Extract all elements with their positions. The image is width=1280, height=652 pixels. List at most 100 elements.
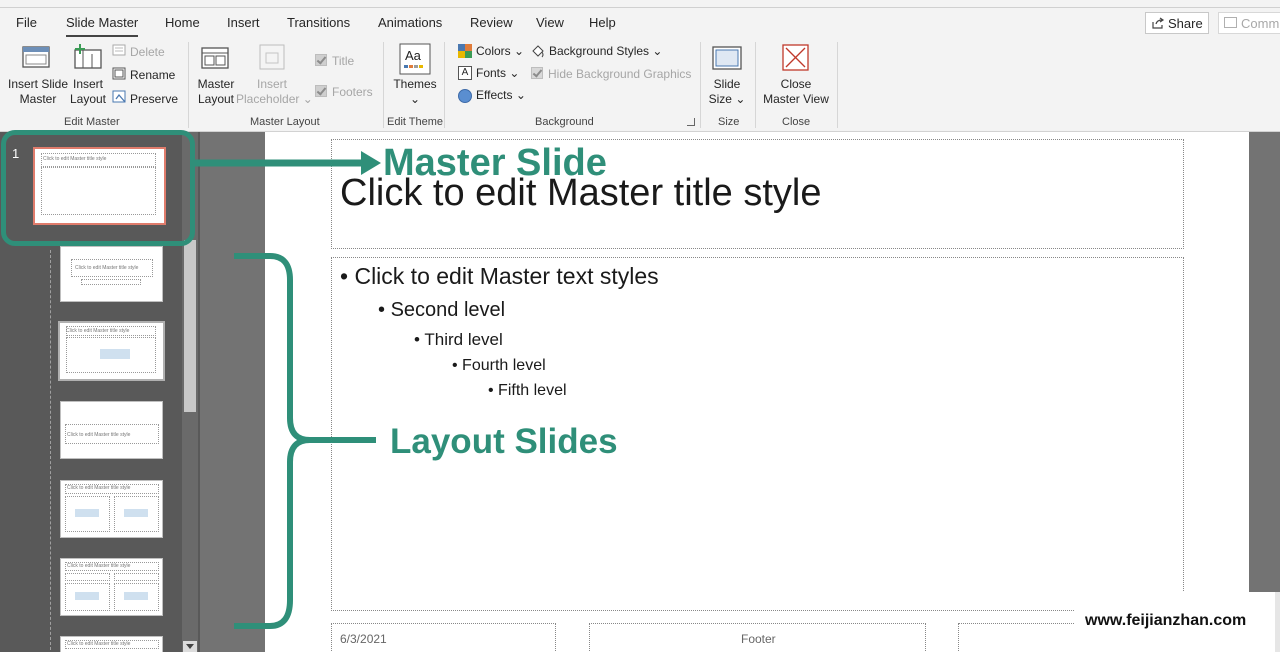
- slide-size-icon: [712, 46, 742, 70]
- chevron-down-icon: ⌄: [509, 66, 520, 80]
- master-layout-button[interactable]: Master Layout: [192, 77, 240, 107]
- layout-thumbnail[interactable]: Click to edit Master title style: [60, 246, 163, 302]
- share-label: Share: [1168, 16, 1203, 31]
- comments-label: Comm: [1241, 16, 1280, 31]
- rename-icon: [112, 67, 126, 80]
- thumb-left-heading: [65, 573, 110, 581]
- insert-layout-line2: Layout: [69, 92, 107, 106]
- background-styles-button[interactable]: Background Styles ⌄: [549, 44, 662, 58]
- master-slide-arrow: [195, 151, 381, 175]
- tab-file[interactable]: File: [16, 15, 37, 30]
- layout-thumbnail[interactable]: Click to edit Master title style: [60, 636, 163, 652]
- group-label-size: Size: [718, 116, 740, 128]
- thumb-title-text: Click to edit Master title style: [67, 485, 131, 491]
- insert-placeholder-button[interactable]: Insert Placeholder ⌄: [236, 77, 313, 107]
- ribbon-separator: [444, 42, 445, 128]
- tab-home[interactable]: Home: [165, 15, 200, 30]
- hide-background-graphics-label: Hide Background Graphics: [548, 67, 692, 81]
- master-slide-annotation: Master Slide: [383, 142, 607, 184]
- dialog-launcher-icon[interactable]: [687, 118, 695, 126]
- tab-animations[interactable]: Animations: [378, 15, 442, 30]
- insert-slide-master-button[interactable]: Insert Slide Master: [8, 77, 68, 107]
- thumb-content-icons: [124, 509, 148, 517]
- footer-date: 6/3/2021: [340, 632, 387, 646]
- effects-button[interactable]: Effects ⌄: [476, 88, 526, 102]
- footers-checkbox-label: Footers: [332, 85, 373, 99]
- thumb-content-icons: [100, 349, 130, 359]
- insert-slide-master-line1: Insert Slide: [8, 77, 69, 91]
- editor-right-margin: [1249, 132, 1280, 592]
- comment-icon: [1224, 17, 1237, 28]
- effects-icon: [458, 89, 472, 103]
- share-icon: [1152, 17, 1165, 29]
- ribbon-separator: [837, 42, 838, 128]
- preserve-icon: [112, 90, 126, 103]
- chevron-down-icon: ⌄: [735, 92, 746, 106]
- tab-help[interactable]: Help: [589, 15, 616, 30]
- scroll-down-arrow-icon[interactable]: [183, 641, 197, 652]
- preserve-button[interactable]: Preserve: [130, 92, 178, 106]
- insert-placeholder-icon: [259, 44, 285, 70]
- slide-size-line1: Slide: [713, 77, 741, 91]
- bullet-level-1: • Click to edit Master text styles: [340, 263, 659, 289]
- watermark: www.feijianzhan.com: [1075, 592, 1275, 652]
- layout-thumbnail[interactable]: Click to edit Master title style: [58, 321, 165, 381]
- bullet-level-2: • Second level: [378, 299, 506, 321]
- background-styles-icon: [532, 45, 544, 58]
- tab-view[interactable]: View: [536, 15, 564, 30]
- delete-icon: [112, 44, 126, 56]
- layout-thumbnail[interactable]: Click to edit Master title style: [60, 558, 163, 616]
- thumb-title-text: Click to edit Master title style: [67, 563, 131, 569]
- menu-tab-bar: File Slide Master Home Insert Transition…: [0, 8, 1280, 38]
- thumb-title-text: Click to edit Master title style: [67, 641, 131, 647]
- rename-button[interactable]: Rename: [130, 68, 175, 82]
- insert-layout-button[interactable]: Insert Layout: [68, 77, 108, 107]
- top-strip: [0, 0, 1280, 8]
- bullet-level-5: • Fifth level: [488, 382, 567, 399]
- colors-icon: [458, 44, 472, 58]
- fonts-button[interactable]: Fonts ⌄: [476, 66, 519, 80]
- chevron-down-icon: ⌄: [302, 92, 313, 106]
- thumb-title-text: Click to edit Master title style: [75, 265, 139, 271]
- group-label-close: Close: [782, 116, 811, 128]
- title-checkbox[interactable]: [315, 54, 327, 66]
- insert-slide-master-icon: [22, 46, 50, 68]
- watermark-text: www.feijianzhan.com: [1085, 612, 1247, 629]
- thumb-subtitle-placeholder: [81, 279, 141, 285]
- layout-thumbnail[interactable]: Click to edit Master title style: [60, 401, 163, 459]
- close-master-view-line2: Master View: [763, 92, 829, 106]
- title-checkbox-label: Title: [332, 54, 355, 68]
- layout-thumbnail[interactable]: Click to edit Master title style: [60, 480, 163, 538]
- thumb-content-icons: [75, 592, 99, 600]
- slide-size-button[interactable]: Slide Size ⌄: [705, 77, 749, 107]
- group-label-background: Background: [535, 116, 594, 128]
- master-layout-line1: Master: [197, 77, 235, 91]
- themes-label: Themes: [393, 77, 437, 91]
- active-tab-underline: [66, 35, 138, 37]
- tab-transitions[interactable]: Transitions: [287, 15, 350, 30]
- delete-button[interactable]: Delete: [130, 45, 165, 59]
- themes-button[interactable]: Themes ⌄: [392, 77, 438, 107]
- insert-placeholder-line1: Insert: [256, 77, 287, 91]
- slide-size-line2: Size ⌄: [708, 92, 746, 106]
- thumb-title-text: Click to edit Master title style: [67, 432, 131, 438]
- hide-background-graphics-checkbox[interactable]: [531, 67, 543, 79]
- footers-checkbox[interactable]: [315, 85, 327, 97]
- colors-button[interactable]: Colors ⌄: [476, 44, 524, 58]
- insert-placeholder-line2: Placeholder ⌄: [236, 92, 313, 106]
- insert-layout-line1: Insert: [72, 77, 103, 91]
- svg-text:Aa: Aa: [405, 48, 422, 63]
- tab-review[interactable]: Review: [470, 15, 513, 30]
- chevron-down-icon: ⌄: [514, 44, 525, 58]
- ribbon-separator: [755, 42, 756, 128]
- bullet-level-3: • Third level: [414, 330, 503, 349]
- ribbon: Insert Slide Master Insert Layout Delete…: [0, 38, 1280, 132]
- comments-button[interactable]: Comm: [1218, 12, 1280, 34]
- tab-slide-master[interactable]: Slide Master: [66, 15, 138, 30]
- themes-icon: Aa: [399, 43, 431, 75]
- share-button[interactable]: Share: [1145, 12, 1209, 34]
- tab-insert[interactable]: Insert: [227, 15, 260, 30]
- footer-text: Footer: [741, 632, 776, 646]
- close-master-view-button[interactable]: Close Master View: [760, 77, 832, 107]
- panel-scrollbar-thumb[interactable]: [184, 240, 196, 412]
